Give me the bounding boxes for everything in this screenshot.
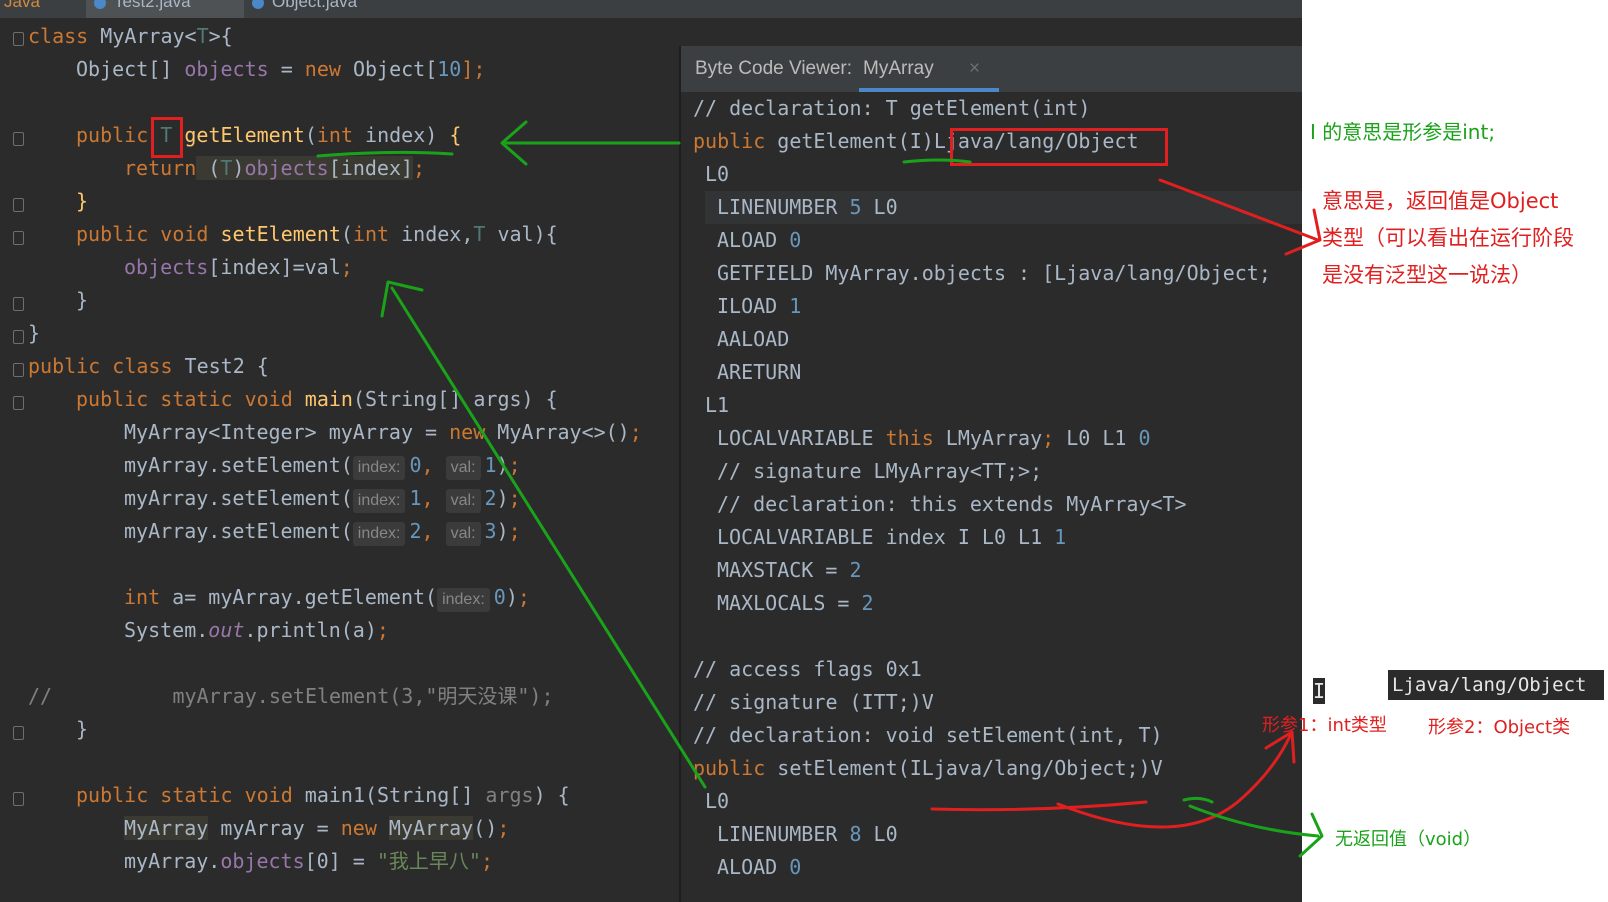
green-arrowhead [380, 280, 424, 318]
red-arrow-params [1056, 734, 1292, 829]
green-arrow-setelement [390, 286, 707, 789]
red-arrow-object [1158, 178, 1320, 242]
green-underline-v [1182, 796, 1214, 804]
green-arrow-void [1188, 804, 1320, 838]
red-arrowhead [1284, 208, 1322, 256]
green-underline-int-index [316, 150, 454, 158]
green-underline-i [902, 158, 972, 164]
red-underline-params [930, 800, 1148, 812]
annotation-arrows [316, 120, 1324, 858]
